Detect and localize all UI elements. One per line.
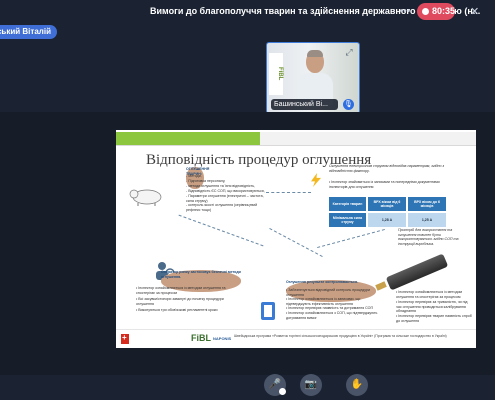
device-item: • Інспектор перевіряє за тривалістю, чи … (396, 300, 468, 314)
pig-illustration (129, 189, 162, 206)
results-item: • Інспектор ознайомлюється з СОП, що під… (286, 311, 378, 320)
fibl-banner: FiBL (269, 53, 283, 95)
participant-video (297, 50, 333, 105)
footer-text: Швейцарська програма «Розвиток торгівлі … (234, 334, 447, 338)
results-item: • Інспектор перевіряє наявність та дотри… (286, 306, 374, 310)
mic-icon: 🎙 (343, 99, 354, 110)
table-cell: 1,28 А (368, 213, 406, 227)
more-options-icon[interactable]: ••• (398, 5, 412, 19)
stunning-device-image (385, 253, 449, 291)
operator-item: • Інспектор ознайомлюється із методом ог… (136, 286, 226, 295)
results-item: • Забезпечується відповідний контроль пр… (286, 288, 371, 297)
flow-arrow (317, 228, 385, 249)
flow-arrow (266, 192, 311, 193)
control-bar (0, 375, 495, 400)
stunning-item: - Підготовка персоналу, (186, 179, 226, 183)
participant-video-tile[interactable]: FiBL ⤢ Башинський Ві... 🎙 (266, 42, 360, 114)
clipboard-icon (261, 302, 275, 320)
record-dot-icon (422, 8, 429, 15)
recording-time: 80:35 (432, 6, 456, 16)
camera-off-icon[interactable]: 📷 (300, 374, 322, 396)
active-speaker-chip: Башинський Віталій (0, 25, 57, 39)
shared-slide: Відповідність процедур оглушення ОГЛУШЕН… (116, 130, 476, 348)
device-item: • Інспектор ознайомлюється із методом ог… (396, 290, 463, 299)
electric-note-item: • Інспектор знайомиться із записами та п… (329, 180, 440, 189)
operator-item: • Виконуються три обов'язкові регламентн… (136, 308, 218, 312)
flow-arrow (269, 227, 323, 258)
stunning-item: - Відповідність ЄС СОП, що використовуют… (186, 189, 265, 193)
recording-indicator[interactable]: 80:35 (417, 3, 455, 20)
slide-footer: FiBL NAPONIS Швейцарська програма «Розви… (116, 329, 476, 348)
table-cell: Мінімальна сила струму (329, 213, 366, 227)
stunning-item: - Параметри оглушення (електричні – част… (186, 194, 264, 203)
current-table: Категорія тварин ВРХ віком від 6 місяців… (329, 197, 446, 229)
close-icon[interactable]: ✕ (470, 5, 479, 18)
operator-item: • Всі засувки/стопори замкнуті до початк… (136, 297, 224, 306)
lightning-icon (311, 173, 321, 187)
swiss-flag-icon (121, 333, 129, 344)
table-header-cell: Категорія тварин (329, 197, 366, 211)
partner-logo: NAPONIS (213, 336, 232, 341)
participant-name: Башинський Ві... (271, 99, 338, 110)
device-heading: Пристрій для використання та оглушення п… (398, 228, 459, 246)
results-item: • Інспектор ознайомлюється із записами, … (286, 297, 361, 306)
expand-icon[interactable]: ⤢ (343, 46, 355, 58)
stunning-item: - Методи, (186, 174, 202, 178)
stunning-item: - контроль якості оглушення (керівництви… (186, 203, 258, 212)
electric-note: Оглушення електричним струмом відповідає… (329, 164, 445, 173)
flow-arrow (178, 214, 264, 247)
mic-status-badge (279, 388, 286, 395)
active-speaker-name: Башинський Віталій (0, 27, 51, 36)
table-cell: 1,25 А (408, 213, 446, 227)
raise-hand-icon[interactable]: ✋ (346, 374, 368, 396)
table-header-cell: ВРХ віком від 6 місяців (368, 197, 406, 211)
device-item: • Інспектор перевіряє тварин наявність с… (396, 314, 472, 323)
stunning-item: - методи оглушення та їхня відповідність… (186, 184, 256, 188)
fibl-logo: FiBL (191, 333, 211, 343)
top-bar: Вимоги до благополуччя тварин та здійсне… (0, 0, 495, 26)
table-header-cell: ВРХ віком до 6 місяців (408, 197, 446, 211)
slide-header-bar (116, 132, 476, 145)
